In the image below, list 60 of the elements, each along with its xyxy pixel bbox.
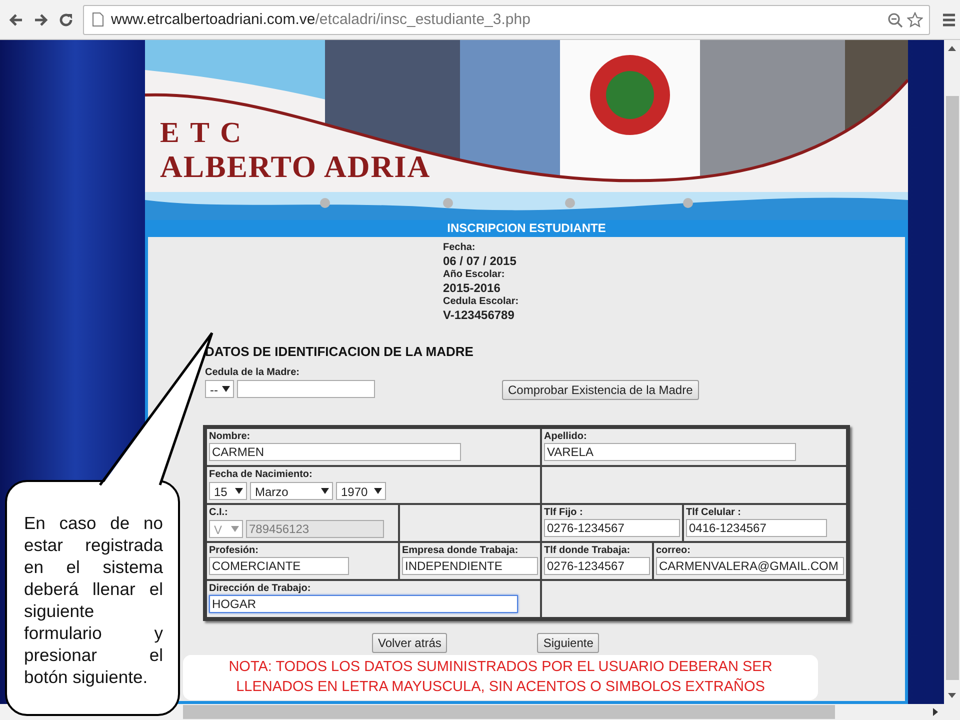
url-host: www.etrcalbertoadriani.com.ve bbox=[111, 11, 316, 28]
page-icon bbox=[92, 12, 104, 27]
forward-icon[interactable] bbox=[33, 12, 49, 28]
field-label: correo: bbox=[656, 545, 692, 557]
info-value: 2015-2016 bbox=[443, 281, 502, 295]
info-label: Cedula Escolar: bbox=[443, 295, 520, 308]
star-icon[interactable] bbox=[907, 12, 923, 28]
input-field[interactable]: VARELA bbox=[544, 443, 796, 461]
address-bar[interactable]: www.etrcalbertoadriani.com.ve/etcaladri/insc_estudiante_3.php bbox=[83, 4, 930, 34]
field-label: Cedula de la Madre: bbox=[205, 367, 300, 379]
banner-title: E T C bbox=[160, 118, 244, 150]
form-button[interactable]: Volver atrás bbox=[372, 633, 448, 653]
field-label: Profesión: bbox=[209, 545, 260, 557]
input-field[interactable]: 0276-1234567 bbox=[544, 557, 650, 575]
field-label: Empresa donde Trabaja: bbox=[402, 545, 520, 557]
input-field[interactable]: COMERCIANTE bbox=[209, 557, 349, 575]
form-button[interactable]: Siguiente bbox=[537, 633, 600, 653]
menu-icon[interactable] bbox=[942, 12, 956, 26]
field-label: Tlf donde Trabaja: bbox=[544, 545, 632, 557]
check-button[interactable]: Comprobar Existencia de la Madre bbox=[502, 380, 699, 400]
info-value: 06 / 07 / 2015 bbox=[443, 254, 518, 268]
reload-icon[interactable] bbox=[58, 12, 74, 28]
field-label: Dirección de Trabajo: bbox=[209, 583, 312, 595]
caret-icon bbox=[231, 526, 239, 532]
year-select[interactable]: 1970 bbox=[336, 482, 386, 500]
field-label: Tlf Celular : bbox=[686, 507, 742, 519]
zoom-icon[interactable] bbox=[887, 12, 903, 28]
field-label: Tlf Fijo : bbox=[544, 507, 584, 519]
input-field[interactable]: INDEPENDIENTE bbox=[402, 557, 538, 575]
input-field[interactable]: HOGAR bbox=[209, 595, 518, 613]
back-icon[interactable] bbox=[8, 12, 24, 28]
input-field[interactable]: 0276-1234567 bbox=[544, 519, 680, 537]
scroll-down-icon[interactable] bbox=[948, 693, 956, 699]
input-field[interactable] bbox=[237, 380, 375, 398]
field-label: Nombre: bbox=[209, 431, 252, 443]
month-select[interactable]: Marzo bbox=[250, 482, 333, 500]
caret-icon bbox=[235, 488, 243, 494]
scrollbar-thumb[interactable] bbox=[946, 96, 958, 680]
banner-subtitle: ALBERTO ADRIA bbox=[160, 150, 431, 184]
scrollbar-thumb[interactable] bbox=[183, 705, 835, 719]
url-path: /etcaladri/insc_estudiante_3.php bbox=[315, 11, 530, 28]
scroll-right-icon[interactable] bbox=[933, 708, 939, 716]
caret-icon bbox=[222, 386, 230, 392]
caret-icon bbox=[374, 488, 382, 494]
info-label: Año Escolar: bbox=[443, 268, 506, 281]
input-field[interactable]: 0416-1234567 bbox=[686, 519, 827, 537]
input-field[interactable]: CARMEN bbox=[209, 443, 461, 461]
field-label: Fecha de Nacimiento: bbox=[209, 469, 314, 481]
field-label: Apellido: bbox=[544, 431, 588, 443]
caret-icon bbox=[321, 488, 329, 494]
note-text: NOTA: TODOS LOS DATOS SUMINISTRADOS POR EL USUARIO DEBERAN SER LLENADOS EN LETRA MAYUSCULA, SIN ACENTOS O SIMBOLOS EXTRAÑOS bbox=[183, 655, 818, 700]
id-type-select[interactable]: -- bbox=[205, 380, 234, 398]
field-label: C.I.: bbox=[209, 507, 229, 519]
scroll-up-icon[interactable] bbox=[948, 45, 956, 51]
info-value: V-123456789 bbox=[443, 308, 516, 322]
info-label: Fecha: bbox=[443, 241, 476, 254]
speech-bubble: En caso de no estar registrada en el sistema deberá llenar el siguiente formulario y presionar el botón siguiente. bbox=[5, 480, 180, 716]
input-field[interactable]: CARMENVALERA@GMAIL.COM bbox=[656, 557, 844, 575]
day-select[interactable]: 15 bbox=[209, 482, 247, 500]
panel-title: INSCRIPCION ESTUDIANTE bbox=[148, 220, 905, 237]
